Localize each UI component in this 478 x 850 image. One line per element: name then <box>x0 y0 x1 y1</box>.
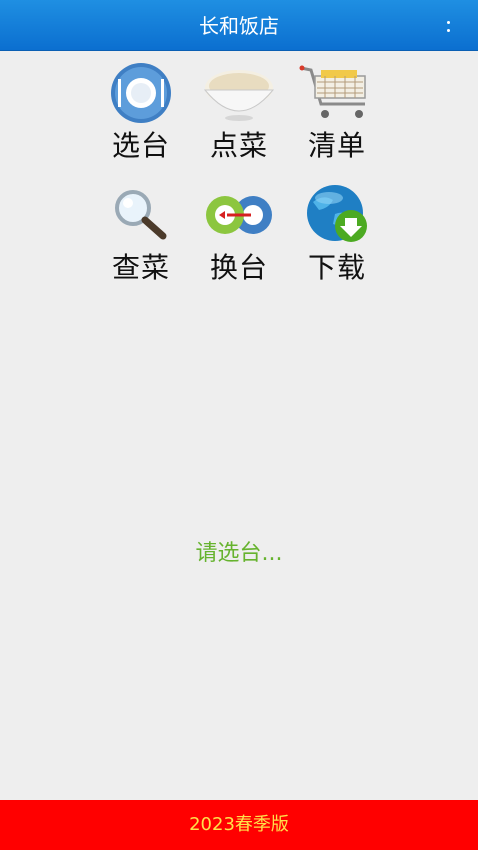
version-text: 2023春季版 <box>189 814 289 835</box>
title-bar: 长和饭店 <box>0 0 478 51</box>
download-button[interactable]: 下载 <box>288 184 386 284</box>
rice-bowl-icon <box>203 70 275 121</box>
shopping-cart-icon <box>299 65 366 118</box>
download-label: 下载 <box>307 251 366 284</box>
version-footer: 2023春季版 <box>0 800 478 850</box>
swap-table-icon <box>206 196 272 234</box>
table-plate-icon <box>111 63 171 123</box>
search-dishes-label: 查菜 <box>111 251 170 284</box>
select-table-label: 选台 <box>111 129 170 162</box>
search-dishes-button[interactable]: 查菜 <box>92 184 190 284</box>
status-message: 请选台... <box>195 541 283 566</box>
order-dishes-label: 点菜 <box>209 129 268 162</box>
change-table-label: 换台 <box>209 251 268 284</box>
overflow-menu-icon[interactable] <box>438 14 458 38</box>
function-grid: 选台 点菜 清单 查菜 换台 下载 <box>92 62 392 284</box>
magnifier-icon <box>115 190 167 240</box>
app-title: 长和饭店 <box>199 14 279 38</box>
order-list-label: 清单 <box>307 129 366 162</box>
order-dishes-button[interactable]: 点菜 <box>190 62 288 162</box>
globe-download-icon <box>307 185 367 242</box>
order-list-button[interactable]: 清单 <box>288 62 386 162</box>
change-table-button[interactable]: 换台 <box>190 184 288 284</box>
select-table-button[interactable]: 选台 <box>92 62 190 162</box>
